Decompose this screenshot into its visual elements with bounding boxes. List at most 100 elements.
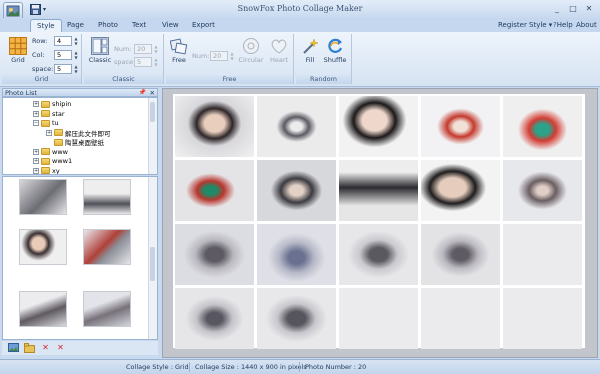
classic-space-spinner[interactable]: ▲ ▼ — [153, 57, 159, 67]
folder-icon — [54, 138, 63, 146]
thumbnail-photo[interactable] — [83, 179, 131, 215]
heart-button[interactable]: Heart — [267, 37, 291, 64]
col-input[interactable]: 5 — [54, 50, 72, 60]
classic-num-spinner[interactable]: ▲ ▼ — [153, 44, 159, 54]
tree-folder-item[interactable]: + star — [33, 109, 65, 119]
collage-cell-photo[interactable] — [339, 96, 418, 157]
thumbnail-photo[interactable] — [83, 291, 131, 327]
thumbnail-photo[interactable] — [83, 229, 131, 265]
delete-photo-icon[interactable]: ✕ — [40, 343, 51, 353]
row-label: Row: — [32, 37, 48, 45]
tab-export[interactable]: Export — [186, 19, 221, 32]
tree-expander-icon[interactable]: + — [33, 110, 39, 117]
folder-icon — [54, 129, 63, 136]
tree-scrollbar[interactable] — [148, 98, 157, 174]
tree-folder-label: star — [52, 109, 65, 118]
collage-cell-photo[interactable] — [175, 160, 254, 221]
thumbnail-photo[interactable] — [19, 179, 67, 215]
free-button[interactable]: Free — [168, 37, 190, 64]
tab-photo[interactable]: Photo — [92, 19, 124, 32]
classic-num-label: Num: — [114, 45, 132, 53]
grid-layout-icon — [9, 37, 27, 55]
tree-folder-label: tu — [52, 119, 59, 127]
row-spinner[interactable]: ▲ ▼ — [73, 36, 79, 46]
classic-num-input[interactable]: 20 — [134, 44, 152, 54]
tree-folder-item[interactable]: 陶慧桌面壁纸 — [46, 137, 104, 147]
collage-cell-photo[interactable] — [339, 224, 418, 285]
row-input[interactable]: 4 — [54, 36, 72, 46]
collage-cell-photo[interactable] — [175, 96, 254, 157]
collage-cell-photo[interactable] — [257, 224, 336, 285]
collage-cell-photo[interactable] — [175, 288, 254, 349]
free-num-spinner[interactable]: ▲ ▼ — [229, 51, 235, 61]
status-collage-size: Collage Size : 1440 x 900 in pixels — [195, 363, 307, 371]
tree-expander-icon[interactable]: + — [46, 129, 52, 136]
add-photo-icon[interactable] — [8, 343, 19, 353]
tree-folder-item[interactable]: − tu — [33, 118, 59, 128]
collage-canvas[interactable] — [173, 94, 585, 349]
collage-cell-photo[interactable] — [503, 160, 582, 221]
thumbnail-photo[interactable] — [19, 229, 67, 265]
tree-folder-item[interactable]: + shipin — [33, 99, 71, 109]
collage-cell-photo[interactable] — [421, 96, 500, 157]
style-menu-link[interactable]: Style ▾ — [529, 20, 552, 31]
maximize-button[interactable]: □ — [566, 3, 580, 14]
tree-folder-item[interactable]: + www1 — [33, 156, 72, 166]
classic-space-input[interactable]: 5 — [134, 57, 152, 67]
collage-cell-photo[interactable] — [175, 224, 254, 285]
tab-text[interactable]: Text — [126, 19, 152, 32]
status-bar: Collage Style : Grid Collage Size : 1440… — [0, 359, 600, 374]
tab-style[interactable]: Style — [30, 19, 62, 33]
register-link[interactable]: Register — [498, 20, 527, 31]
tree-expander-icon[interactable]: + — [33, 158, 39, 164]
classic-button[interactable]: Classic — [87, 37, 113, 64]
circular-button[interactable]: Circular — [238, 37, 264, 64]
col-spinner[interactable]: ▲ ▼ — [73, 50, 79, 60]
tree-expander-icon[interactable]: + — [33, 101, 39, 107]
folder-tree: + shipin + star − tu + 解压此文件即可 陶慧桌面壁纸 + www + www1 + x… — [2, 97, 158, 175]
collage-cell-photo[interactable] — [257, 160, 336, 221]
collage-cell-photo[interactable] — [257, 288, 336, 349]
collage-cell-photo[interactable] — [421, 224, 500, 285]
collage-cell-empty[interactable] — [339, 288, 418, 349]
close-button[interactable]: ✕ — [582, 3, 596, 14]
grid-space-spinner[interactable]: ▲ ▼ — [73, 64, 79, 74]
thumbnail-photo[interactable] — [19, 291, 67, 327]
grid-space-input[interactable]: 5 — [54, 64, 72, 74]
close-panel-icon[interactable]: ✕ — [150, 89, 155, 97]
tree-folder-item[interactable]: + 解压此文件即可 — [46, 128, 111, 138]
shuffle-icon — [328, 38, 343, 53]
collage-cell-photo[interactable] — [421, 160, 500, 221]
tree-folder-item[interactable]: + xy — [33, 166, 60, 174]
collage-cell-photo[interactable] — [503, 96, 582, 157]
tree-folder-item[interactable]: + www — [33, 147, 68, 157]
collage-cell-empty[interactable] — [503, 288, 582, 349]
grid-space-label: space: — [32, 65, 54, 73]
grid-button[interactable]: Grid — [6, 37, 30, 64]
tree-scrollbar-thumb[interactable] — [150, 102, 155, 122]
add-folder-icon[interactable] — [24, 343, 35, 353]
collage-cell-photo[interactable] — [339, 160, 418, 221]
tree-folder-label: 陶慧桌面壁纸 — [65, 139, 104, 147]
fill-button[interactable]: Fill — [300, 37, 320, 64]
folder-icon — [41, 148, 50, 155]
classic-space-label: space: — [114, 58, 136, 66]
tab-page[interactable]: Page — [61, 19, 90, 32]
thumbnails-scrollbar[interactable] — [148, 177, 157, 339]
thumbnails-scrollbar-thumb[interactable] — [150, 247, 155, 281]
shuffle-button[interactable]: Shuffle — [322, 37, 348, 64]
col-label: Col: — [32, 51, 45, 59]
minimize-button[interactable]: _ — [550, 3, 564, 14]
collage-cell-empty[interactable] — [503, 224, 582, 285]
help-link[interactable]: ?Help — [553, 20, 573, 31]
collage-cell-photo[interactable] — [257, 96, 336, 157]
collage-cell-empty[interactable] — [421, 288, 500, 349]
tree-expander-icon[interactable]: + — [33, 167, 39, 174]
tab-view[interactable]: View — [156, 19, 185, 32]
tree-expander-icon[interactable]: + — [33, 148, 39, 155]
tree-expander-icon[interactable]: − — [33, 120, 39, 126]
free-num-input[interactable]: 20 — [210, 51, 228, 61]
delete-all-icon[interactable]: ✕ — [55, 343, 66, 353]
about-link[interactable]: About — [576, 20, 597, 31]
pin-icon[interactable]: 📌 — [139, 89, 146, 97]
